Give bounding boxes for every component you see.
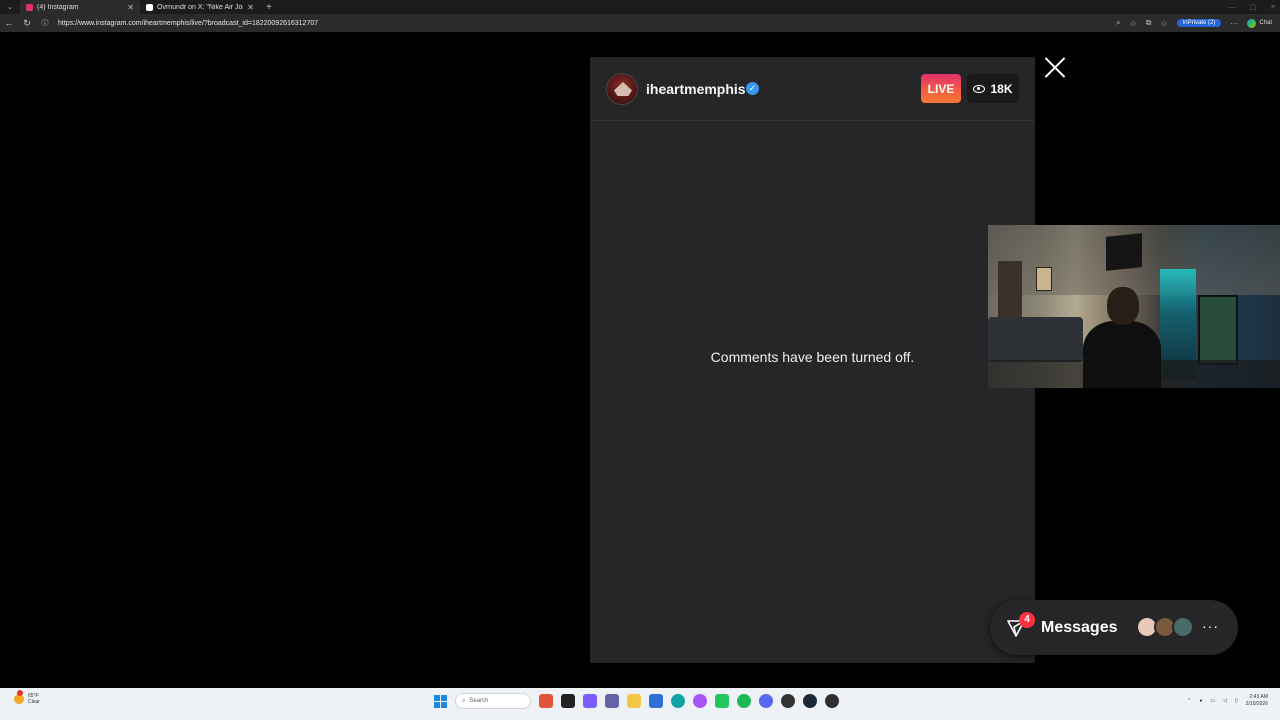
window-controls: — ▢ ✕ [1229,0,1277,14]
username-link[interactable]: iheartmemphis [646,81,746,97]
messages-button[interactable]: 4 Messages ··· [990,600,1238,655]
search-placeholder: Search [469,698,489,704]
viewer-count: 18K [967,74,1019,103]
close-tab-icon[interactable]: ✕ [127,3,134,12]
live-header: iheartmemphis ✓ LIVE 18K [590,57,1035,121]
taskbar-apps: ⌕ Search [434,693,839,709]
browser-tab-bar: ⌄ (4) Instagram ✕ Ovrnundr on X: "Nike A… [0,0,1280,14]
tab-title: (4) Instagram [37,3,79,11]
maximize-icon[interactable]: ▢ [1250,3,1257,11]
task-view-icon[interactable] [561,694,575,708]
webcam-poster [1036,267,1052,291]
weather-icon [14,690,24,704]
app-red-icon[interactable] [781,694,795,708]
x-favicon-icon [146,3,153,11]
widgets-icon[interactable] [539,694,553,708]
webcam-tv [1106,233,1142,271]
tray-overflow-icon[interactable]: ⌃ [1187,698,1191,704]
person-head [1107,287,1139,325]
person-body [1083,321,1161,388]
spotify-icon[interactable] [737,694,751,708]
site-info-icon[interactable]: ⓘ [36,18,54,28]
clock-date: 2/10/2026 [1245,701,1268,707]
instagram-favicon-icon [26,3,33,11]
close-tab-icon[interactable]: ✕ [247,3,254,12]
messages-label: Messages [1041,619,1118,636]
avatar[interactable] [606,73,638,105]
search-icon: ⌕ [462,697,466,704]
clock-time: 2:43 AM [1249,694,1268,700]
start-icon[interactable] [434,694,447,708]
url-field[interactable]: https://www.instagram.com/iheartmemphis/… [54,16,1116,30]
live-badge: LIVE [921,74,961,103]
copilot-icon [1247,18,1257,28]
tab-instagram[interactable]: (4) Instagram ✕ [20,0,140,14]
tab-x-post[interactable]: Ovrnundr on X: "Nike Air Jordan 4 ✕ [140,0,260,14]
windows-taskbar: 65°F Clear ⌕ Search ⌃ ● ▭ ◁ ▯ 2:43 AM 2/… [0,688,1280,720]
teams-icon[interactable] [605,694,619,708]
message-avatars [1136,616,1194,638]
refresh-icon[interactable]: ↻ [18,18,36,29]
address-bar-actions: ⌕ ☆ ⧉ ☆ InPrivate (2) ··· Chat [1116,18,1280,28]
weather-desc: Clear [28,699,40,705]
battery-icon[interactable]: ▯ [1235,698,1238,704]
webcam-bed [988,317,1083,362]
address-bar-row: ← ↻ ⓘ https://www.instagram.com/iheartme… [0,14,1280,32]
back-icon[interactable]: ← [0,18,18,28]
minimize-icon[interactable]: — [1229,4,1236,11]
verified-badge-icon: ✓ [746,82,759,95]
webcam-person [1083,287,1161,388]
comments-off-message: Comments have been turned off. [710,349,915,365]
eye-icon [973,84,986,93]
app-green-icon[interactable] [715,694,729,708]
screen: ⌄ (4) Instagram ✕ Ovrnundr on X: "Nike A… [0,0,1280,720]
tab-actions-menu-icon[interactable]: ⌄ [0,0,20,14]
mic-icon[interactable]: ● [1199,698,1202,704]
copilot-chat-button[interactable]: Chat [1247,18,1272,28]
viewer-count-value: 18K [990,81,1013,96]
app-purple-icon[interactable] [693,694,707,708]
tab-title: Ovrnundr on X: "Nike Air Jordan 4 [157,3,243,11]
unread-badge: 4 [1019,612,1035,628]
copilot-taskbar-icon[interactable] [583,694,597,708]
close-window-icon[interactable]: ✕ [1270,3,1276,11]
edge-icon[interactable] [671,694,685,708]
extensions-icon[interactable]: ⧉ [1146,18,1152,28]
clock[interactable]: 2:43 AM 2/10/2026 [1246,694,1268,708]
avatar [1172,616,1194,638]
weather-widget[interactable]: 65°F Clear [14,690,40,705]
obs-icon[interactable] [825,694,839,708]
webcam-wall-art [1198,295,1238,365]
chat-label: Chat [1259,20,1272,26]
more-icon[interactable]: ··· [1202,618,1219,634]
inprivate-badge[interactable]: InPrivate (2) [1176,19,1222,27]
weather-text: 65°F Clear [28,693,40,705]
new-tab-icon[interactable]: + [266,2,272,13]
system-tray: ⌃ ● ▭ ◁ ▯ 2:43 AM 2/10/2026 [1187,694,1268,708]
more-menu-icon[interactable]: ··· [1230,19,1238,28]
live-broadcast-panel: iheartmemphis ✓ LIVE 18K Comments have b… [590,57,1035,663]
network-icon[interactable]: ▭ [1210,698,1215,704]
volume-icon[interactable]: ◁ [1223,698,1227,704]
discord-icon[interactable] [759,694,773,708]
steam-icon[interactable] [803,694,817,708]
zoom-icon[interactable]: ⌕ [1116,18,1120,28]
webcam-overlay [988,225,1280,388]
favorite-star-icon[interactable]: ☆ [1130,19,1137,28]
taskbar-search[interactable]: ⌕ Search [455,693,531,709]
close-icon[interactable] [1043,55,1067,79]
favorites-icon[interactable]: ☆ [1160,19,1167,28]
file-explorer-icon[interactable] [627,694,641,708]
store-icon[interactable] [649,694,663,708]
